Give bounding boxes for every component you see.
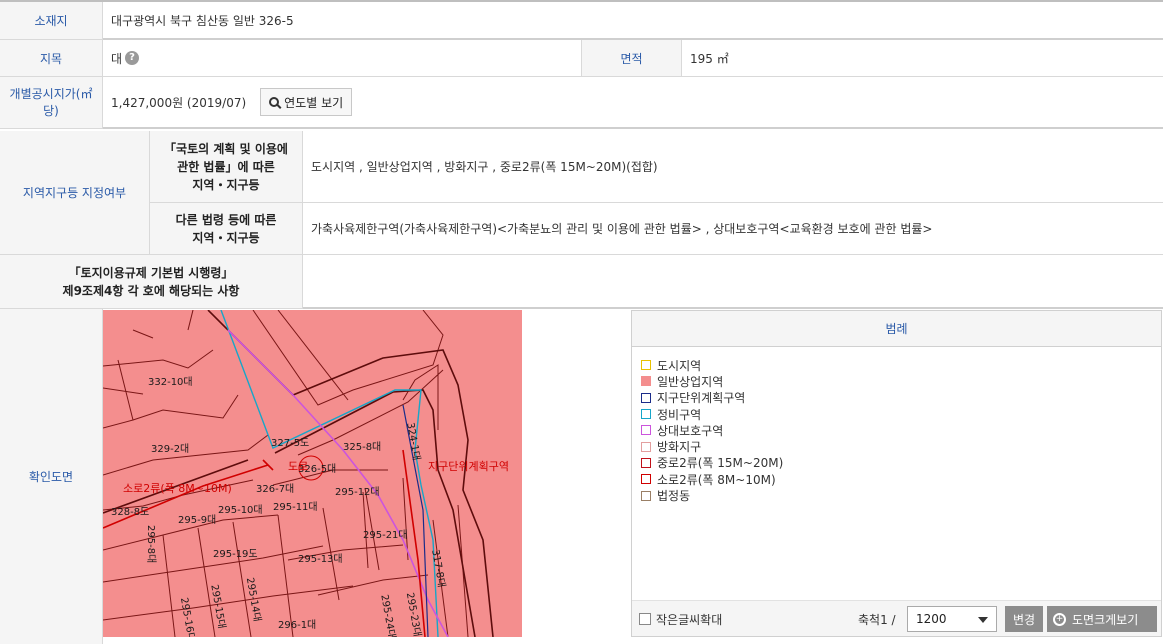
legend-item: 정비구역 [641, 406, 1152, 422]
legend-item: 중로2류(폭 15M~20M) [641, 455, 1152, 471]
svg-text:295-10대: 295-10대 [218, 504, 263, 516]
official-price-label-line2: 당) [43, 103, 59, 118]
legend-swatch [641, 376, 651, 387]
svg-text:295-13대: 295-13대 [298, 553, 343, 565]
legend-swatch [641, 490, 651, 501]
view-large-map-label: 도면크게보기 [1072, 612, 1139, 627]
legend-item: 상대보호구역 [641, 422, 1152, 438]
legend-swatch [641, 409, 651, 420]
svg-text:295-23대: 295-23대 [404, 592, 424, 637]
confirmation-map[interactable]: 332-10대 329-2대 327-5도 325-8대 326-5대 326-… [103, 310, 522, 637]
legend-item: 소로2류(폭 8M~10M) [641, 471, 1152, 487]
national-law-label-line1: 「국토의 계획 및 이용에 [164, 141, 288, 156]
svg-text:326-7대: 326-7대 [256, 483, 294, 495]
svg-text:328-8도: 328-8도 [111, 507, 149, 518]
legend-item-label: 도시지역 [657, 358, 702, 373]
land-category-value: 대 [111, 51, 123, 66]
legend-item: 지구단위계획구역 [641, 390, 1152, 406]
other-law-label: 다른 법령 등에 따른 지역・지구등 [150, 203, 303, 255]
scale-label: 축척1 / [858, 613, 896, 627]
national-law-value: 도시지역 , 일반상업지역 , 방화지구 , 중로2류(폭 15M~20M)(접… [303, 131, 1163, 203]
legend-item-label: 방화지구 [657, 440, 702, 455]
legend-item: 법정동 [641, 487, 1152, 503]
road-mid-label: 도로 [288, 460, 308, 473]
zone-label: 지역지구등 지정여부 [0, 131, 150, 255]
area-value: 195 ㎡ [682, 40, 1163, 77]
legend-item-label: 법정동 [657, 489, 691, 504]
legend-item-label: 소로2류(폭 8M~10M) [657, 472, 776, 487]
view-large-map-button[interactable]: + 도면크게보기 [1047, 606, 1157, 632]
zoom-in-icon: + [1053, 612, 1066, 626]
svg-text:324-1대: 324-1대 [404, 422, 422, 462]
chevron-down-icon [978, 617, 988, 623]
svg-text:329-2대: 329-2대 [151, 443, 189, 455]
enforcement-label-line2: 제9조제4항 각 호에 해당되는 사항 [62, 283, 240, 298]
legend-item-label: 지구단위계획구역 [657, 391, 746, 406]
svg-text:295-8대: 295-8대 [145, 525, 157, 563]
enforcement-value [303, 255, 1163, 309]
svg-text:296-1대: 296-1대 [278, 619, 316, 631]
official-price-value: 1,427,000원 (2019/07) [111, 95, 247, 110]
svg-text:295-19도: 295-19도 [213, 549, 258, 560]
road-small-label: 소로2류(폭 8M~10M) [123, 482, 232, 495]
legend-list: 도시지역 일반상업지역지구단위계획구역 정비구역 상대보호구역방화지구 중로2류(폭 1… [632, 347, 1161, 514]
area-label: 면적 [581, 40, 682, 77]
other-law-label-line1: 다른 법령 등에 따른 [175, 212, 277, 227]
svg-text:295-21대: 295-21대 [363, 529, 408, 541]
large-text-checkbox[interactable] [639, 613, 651, 625]
official-price-cell: 1,427,000원 (2019/07) 연도별 보기 [103, 77, 1163, 129]
legend-item: 도시지역 [641, 357, 1152, 373]
location-label: 소재지 [0, 2, 103, 40]
svg-text:295-11대: 295-11대 [273, 501, 318, 513]
legend-item-label: 정비구역 [657, 407, 702, 422]
help-icon[interactable]: ? [125, 51, 140, 65]
national-law-label-line3: 지역・지구등 [192, 177, 260, 192]
other-law-label-line2: 지역・지구등 [192, 230, 260, 245]
national-law-label: 「국토의 계획 및 이용에 관한 법률」에 따른 지역・지구등 [150, 131, 303, 203]
land-category-label: 지목 [0, 40, 103, 77]
svg-text:295-15대: 295-15대 [208, 584, 228, 630]
legend-swatch [641, 441, 651, 452]
svg-text:325-8대: 325-8대 [343, 441, 381, 453]
map-section-label: 확인도면 [0, 309, 103, 644]
change-scale-button[interactable]: 변경 [1005, 606, 1043, 632]
official-price-label-line1: 개별공시지가(㎡ [9, 86, 93, 101]
enforcement-label-line1: 「토지이용규제 기본법 시행령」 [68, 265, 234, 280]
legend-item: 일반상업지역 [641, 373, 1152, 389]
legend-swatch [641, 457, 651, 468]
legend-title: 범례 [632, 311, 1161, 347]
svg-text:327-5도: 327-5도 [271, 438, 309, 449]
location-value: 대구광역시 북구 침산동 일반 326-5 [103, 2, 1163, 40]
national-law-label-line2: 관한 법률」에 따른 [177, 159, 275, 174]
legend-panel: 범례 도시지역 일반상업지역지구단위계획구역 정비구역 상대보호구역방화지구 중로2류(… [631, 310, 1162, 637]
view-by-year-button[interactable]: 연도별 보기 [260, 88, 353, 116]
scale-value: 1200 [916, 612, 947, 626]
map-drawing: 332-10대 329-2대 327-5도 325-8대 326-5대 326-… [103, 310, 509, 637]
scale-select[interactable]: 1200 [907, 606, 997, 632]
legend-swatch [641, 360, 651, 371]
land-category-cell: 대 ? [103, 40, 581, 77]
large-text-label: 작은글씨확대 [656, 613, 723, 627]
legend-item-label: 상대보호구역 [657, 423, 724, 438]
legend-swatch [641, 425, 651, 436]
svg-text:295-24대: 295-24대 [378, 594, 398, 637]
svg-text:295-12대: 295-12대 [335, 486, 380, 498]
svg-text:332-10대: 332-10대 [148, 376, 193, 388]
svg-text:295-9대: 295-9대 [178, 514, 216, 526]
legend-swatch [641, 474, 651, 485]
legend-item: 방화지구 [641, 438, 1152, 454]
official-price-label: 개별공시지가(㎡ 당) [0, 77, 103, 129]
search-icon [269, 97, 280, 107]
svg-text:295-16대: 295-16대 [178, 597, 198, 637]
legend-footer: 작은글씨확대 축척1 / 1200 변경 + 도면크게보기 [632, 600, 1161, 636]
legend-item-label: 중로2류(폭 15M~20M) [657, 456, 784, 471]
enforcement-label: 「토지이용규제 기본법 시행령」 제9조제4항 각 호에 해당되는 사항 [0, 255, 303, 309]
svg-text:317-8대: 317-8대 [429, 549, 447, 589]
legend-swatch [641, 392, 651, 403]
view-by-year-label: 연도별 보기 [284, 95, 344, 110]
legend-item-label: 일반상업지역 [657, 374, 724, 389]
district-label: 지구단위계획구역 [428, 460, 509, 473]
other-law-value: 가축사육제한구역(가축사육제한구역)<가축분뇨의 관리 및 이용에 관한 법률>… [303, 203, 1163, 255]
